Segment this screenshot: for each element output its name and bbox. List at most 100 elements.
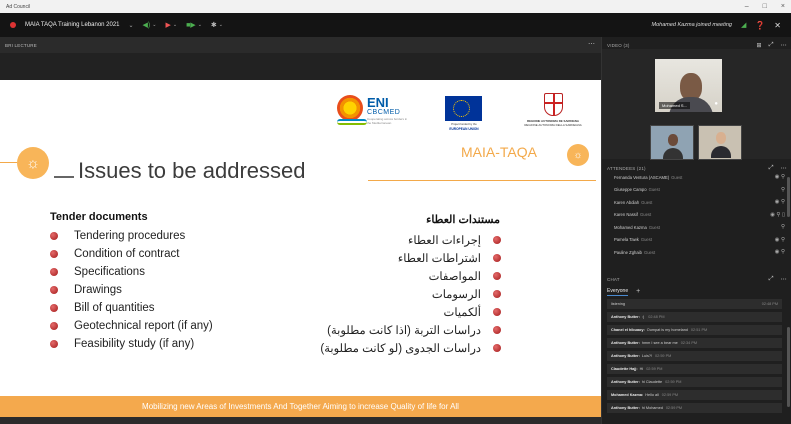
chat-scrollbar[interactable] [787,327,790,407]
attendee-status-icons: ⚲ [780,186,785,193]
video-layout-icon[interactable]: ⊞ [757,42,762,49]
attendee-row[interactable]: Fernanda Ventura (ASCAME) Guest ◉ ⚲ [602,171,791,184]
eu-stars-icon [453,100,470,117]
side-panel: VIDEO (3) ⊞ ⤢ ⋯ Mohamed S... ● ATTENDEES… [601,37,791,424]
list-item: Condition of contract [50,245,213,263]
eu-logo-line1: Project funded by the [451,123,477,126]
bullet-icon [50,232,58,240]
list-item: Bill of quantities [50,299,213,317]
list-item: Feasibility study (if any) [50,335,213,353]
chat-expand-icon[interactable]: ⤢ [769,276,774,283]
list-item: المواصفات [320,267,501,285]
camera-button[interactable]: ▶ ⌄ [165,21,177,29]
list-heading-en: Tender documents [50,211,148,223]
bullet-list-en: Tendering procedures Condition of contra… [50,227,213,353]
video-more-icon[interactable]: ⋯ [781,42,787,49]
mic-chevron-down-icon: ⌄ [152,22,157,28]
maximize-icon[interactable]: □ [763,3,767,10]
main-video-tile[interactable]: Mohamed S... ● [655,59,722,112]
attendee-row[interactable]: Giuseppe Campo Guest ⚲ [602,184,791,197]
list-item: ألكميات [320,303,501,321]
chat-message-list: listening 02:48 PM Anthony Butter::) 02:4… [607,299,782,424]
stage-more-icon[interactable]: ⋯ [588,40,595,48]
tab-everyone[interactable]: Everyone [607,288,629,296]
window-controls: – □ × [745,3,785,10]
minimize-icon[interactable]: – [745,3,749,10]
title-dash [54,176,74,178]
share-screen-icon: ■▶ [186,22,196,29]
camera-icon: ▶ [165,22,171,29]
attendee-row[interactable]: Pauline Zghaib Guest ◉ ⚲ [602,246,791,259]
list-item: Geotechnical report (if any) [50,317,213,335]
bullet-icon [493,308,501,316]
slide-top-bar [0,53,601,80]
attendee-row[interactable]: Pamela Tawk Guest ◉ ⚲ [602,234,791,247]
maia-taqa-logo-text: MAIA-TAQA [461,144,537,160]
attendee-row[interactable]: Mohamed Kazma Guest ⚲ [602,221,791,234]
video-thumbnail[interactable] [698,125,742,160]
bullet-icon [493,236,501,244]
video-panel-title: VIDEO (3) [607,42,630,48]
chat-tabs: Everyone + [602,285,791,298]
video-thumbnail[interactable] [650,125,694,160]
eni-logo-tagline: Cooperating across borders in the Medite… [367,117,408,125]
window-close-icon[interactable]: × [781,3,785,10]
chat-more-icon[interactable]: ⋯ [781,276,787,283]
bullet-icon [493,272,501,280]
bullet-list-ar: إجراءات العطاء اشتراطات العطاء المواصفات… [320,231,501,357]
bullet-icon [50,340,58,348]
slide-footer-banner: Mobilizing new Areas of Investments And … [0,396,601,417]
video-mic-icon: ● [714,101,718,107]
more-chevron-down-icon: ⌄ [218,22,223,28]
sardegna-logo-line2: REGIONE AUTONOMA DELLA SARDEGNA [524,123,582,127]
chat-panel-title: CHAT [607,276,620,282]
chat-message: Anthony Butter: hi Claudette 02:59 PM [607,377,782,387]
video-name-label: Mohamed S... [659,102,690,109]
help-icon[interactable]: ❓ [755,21,765,30]
sardegna-logo: REGIONE AUTONOMA DE SARDIGNA REGIONE AUT… [522,93,584,131]
eni-logo-sub: CBCMED [367,109,401,116]
microphone-button[interactable]: ◀) ⌄ [143,21,157,29]
chat-message: Anthony Butter: Luis?! 02:59 PM [607,351,782,361]
list-item: الرسومات [320,285,501,303]
bullet-icon [50,286,58,294]
leave-meeting-icon[interactable]: ✕ [774,21,781,30]
title-rule-left [0,162,17,163]
slide-title: Issues to be addressed [78,158,306,183]
bullet-icon [493,344,501,352]
share-chevron-down-icon: ⌄ [197,22,202,28]
window-titlebar: Ad Council – □ × [0,0,791,13]
list-item: إجراءات العطاء [320,231,501,249]
join-notification: Mohamed Kazma joined meeting [651,22,732,28]
presentation-stage: BRI LECTURE ⋯ ENI CBCMED Cooperating acr… [0,37,601,424]
chat-message: Claudette Hajj: Hi 02:59 PM [607,364,782,374]
share-screen-button[interactable]: ■▶ ⌄ [186,21,202,29]
list-item: Drawings [50,281,213,299]
recording-indicator-icon [10,22,16,28]
list-heading-ar: مستندات العطاء [426,214,500,226]
stage-label: BRI LECTURE [5,43,37,48]
title-chevron-down-icon[interactable]: ⌄ [129,22,134,29]
microphone-icon: ◀) [142,22,151,29]
eu-logo-line2: EUROPEAN UNION [449,127,479,131]
list-item: Tendering procedures [50,227,213,245]
eni-cbcmed-logo: ENI CBCMED Cooperating across borders in… [337,95,411,131]
more-options-icon: ✱ [210,22,217,29]
attendee-row[interactable]: Karen Abdiah Guest ◉ ⚲ [602,196,791,209]
bullet-icon [50,250,58,258]
chat-message: Anthony Butter: hmm I see a bear me 02:34 … [607,338,782,348]
meeting-title[interactable]: MAIA TAQA Training Lebanon 2021 [25,22,120,28]
list-item: دراسات التربة (اذا كانت مطلوبة) [320,321,501,339]
lightbulb-icon: ☼ [17,147,49,179]
bullet-icon [50,268,58,276]
list-item: Specifications [50,263,213,281]
bullet-icon [493,326,501,334]
more-options-button[interactable]: ✱ ⌄ [211,21,223,29]
bullet-icon [50,304,58,312]
attendees-panel-title: ATTENDEES (21) [607,165,646,171]
attendees-scrollbar[interactable] [787,177,790,217]
video-area: Mohamed S... ● [602,49,791,160]
attendee-row[interactable]: Karen Nassif Guest ◉ ⚲ ▯ [602,209,791,222]
video-expand-icon[interactable]: ⤢ [769,42,774,49]
add-chat-icon[interactable]: + [636,288,640,295]
